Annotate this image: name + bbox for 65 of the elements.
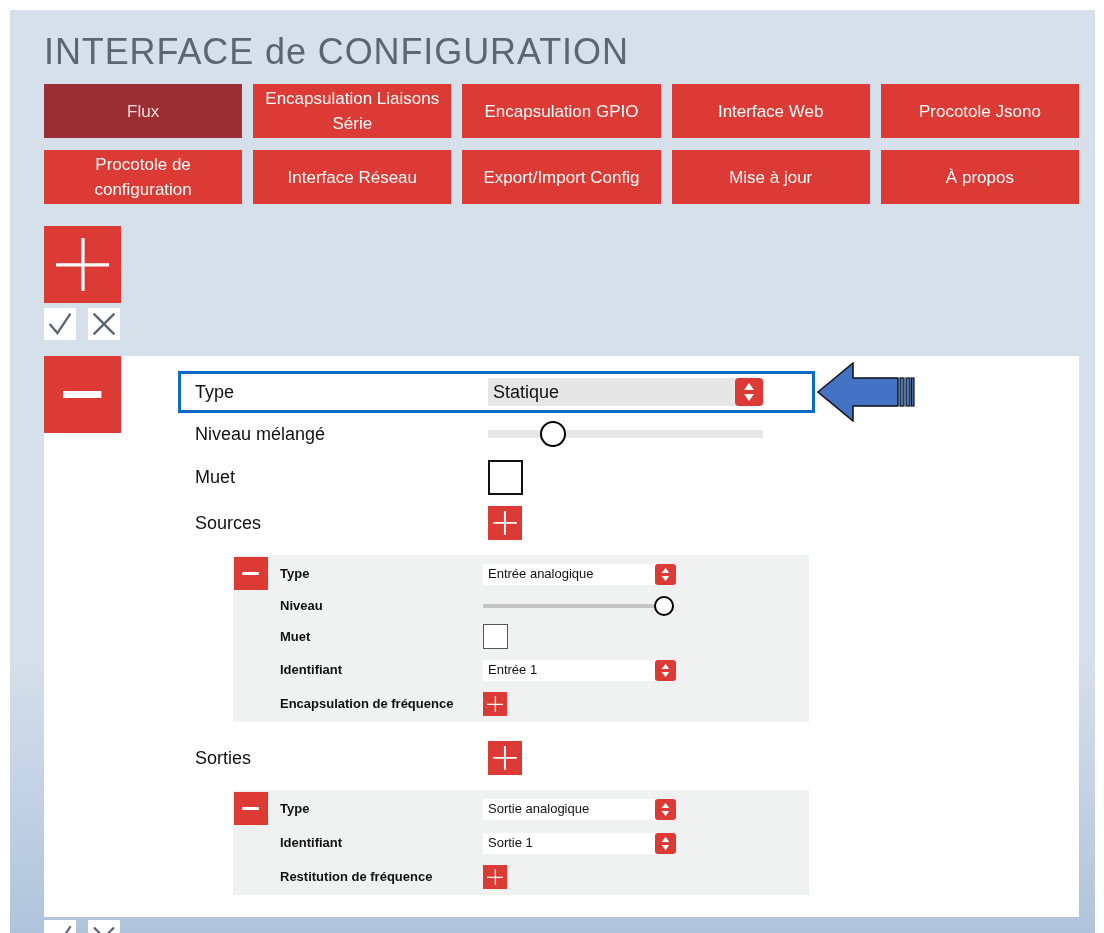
field-label: Identifiant — [280, 834, 344, 853]
close-icon — [91, 311, 117, 337]
nav-tab[interactable]: À propos — [880, 150, 1079, 204]
add-button[interactable] — [483, 692, 507, 716]
field-label: Niveau — [280, 596, 324, 615]
spinner-icon[interactable] — [655, 832, 676, 854]
check-icon — [47, 311, 73, 337]
nav-tab[interactable]: Export/Import Config — [462, 150, 661, 204]
field-label: Type — [195, 380, 236, 404]
field-label: Niveau mélangé — [195, 422, 327, 446]
select-field[interactable]: Sortie 1 — [483, 832, 676, 854]
spinner-icon[interactable] — [655, 563, 676, 585]
select-field[interactable]: Entrée 1 — [483, 659, 676, 681]
nav-tab[interactable]: Interface Web — [671, 84, 870, 138]
add-button[interactable] — [483, 865, 507, 889]
nav-tab[interactable]: Mise à jour — [671, 150, 870, 204]
checkbox[interactable] — [488, 459, 523, 495]
plus-icon — [493, 746, 517, 770]
section-label: Sorties — [195, 746, 253, 770]
select-value: Statique — [492, 380, 560, 404]
close-icon — [91, 925, 117, 933]
select-value: Sortie 1 — [487, 834, 533, 853]
remove-button[interactable] — [234, 557, 268, 590]
slider-thumb[interactable] — [654, 595, 674, 616]
field-label: Muet — [195, 465, 237, 489]
cancel-button[interactable] — [88, 308, 120, 340]
select-field[interactable]: Sortie analogique — [483, 798, 676, 820]
field-label: Type — [280, 800, 311, 819]
check-icon — [62, 925, 72, 933]
nav-tab[interactable]: Procotole Jsono — [880, 84, 1079, 138]
field-label: Restitution de fréquence — [280, 868, 434, 887]
nav-tab[interactable]: Encapsulation Liaisons Série — [253, 84, 452, 138]
field-label: Encapsulation de fréquence — [280, 695, 455, 714]
select-value: Sortie analogique — [487, 800, 590, 819]
plus-icon — [486, 695, 504, 713]
field-label: Muet — [280, 627, 312, 646]
select-field[interactable]: Entrée analogique — [483, 563, 676, 585]
remove-button[interactable] — [234, 792, 268, 825]
confirm-button[interactable] — [44, 308, 76, 340]
nav-tab[interactable]: Encapsulation GPIO — [462, 84, 661, 138]
nav-tab[interactable]: Interface Réseau — [253, 150, 452, 204]
field-label: Identifiant — [280, 661, 344, 680]
add-button[interactable] — [488, 741, 522, 775]
select-field[interactable]: Statique — [488, 378, 763, 406]
pointer-arrow-icon — [817, 362, 915, 422]
add-button[interactable] — [488, 506, 522, 540]
spinner-icon[interactable] — [655, 798, 676, 820]
nav-tab[interactable]: Procotole de configuration — [44, 150, 243, 204]
select-value: Entrée analogique — [487, 565, 594, 584]
confirm-button[interactable] — [44, 920, 76, 933]
slider-thumb[interactable] — [540, 421, 567, 447]
field-label: Type — [280, 565, 311, 584]
nav-tab[interactable]: Flux — [44, 84, 243, 138]
spinner-icon[interactable] — [655, 659, 676, 681]
plus-icon — [493, 511, 517, 535]
add-button[interactable] — [44, 226, 121, 303]
plus-icon — [55, 237, 110, 292]
select-value: Entrée 1 — [487, 661, 538, 680]
cancel-button[interactable] — [88, 920, 120, 933]
section-label: Sources — [195, 511, 263, 535]
page-title: INTERFACE de CONFIGURATION — [44, 30, 630, 74]
spinner-icon[interactable] — [735, 378, 763, 406]
plus-icon — [486, 868, 504, 886]
checkbox[interactable] — [483, 624, 508, 649]
remove-button[interactable] — [44, 356, 121, 433]
